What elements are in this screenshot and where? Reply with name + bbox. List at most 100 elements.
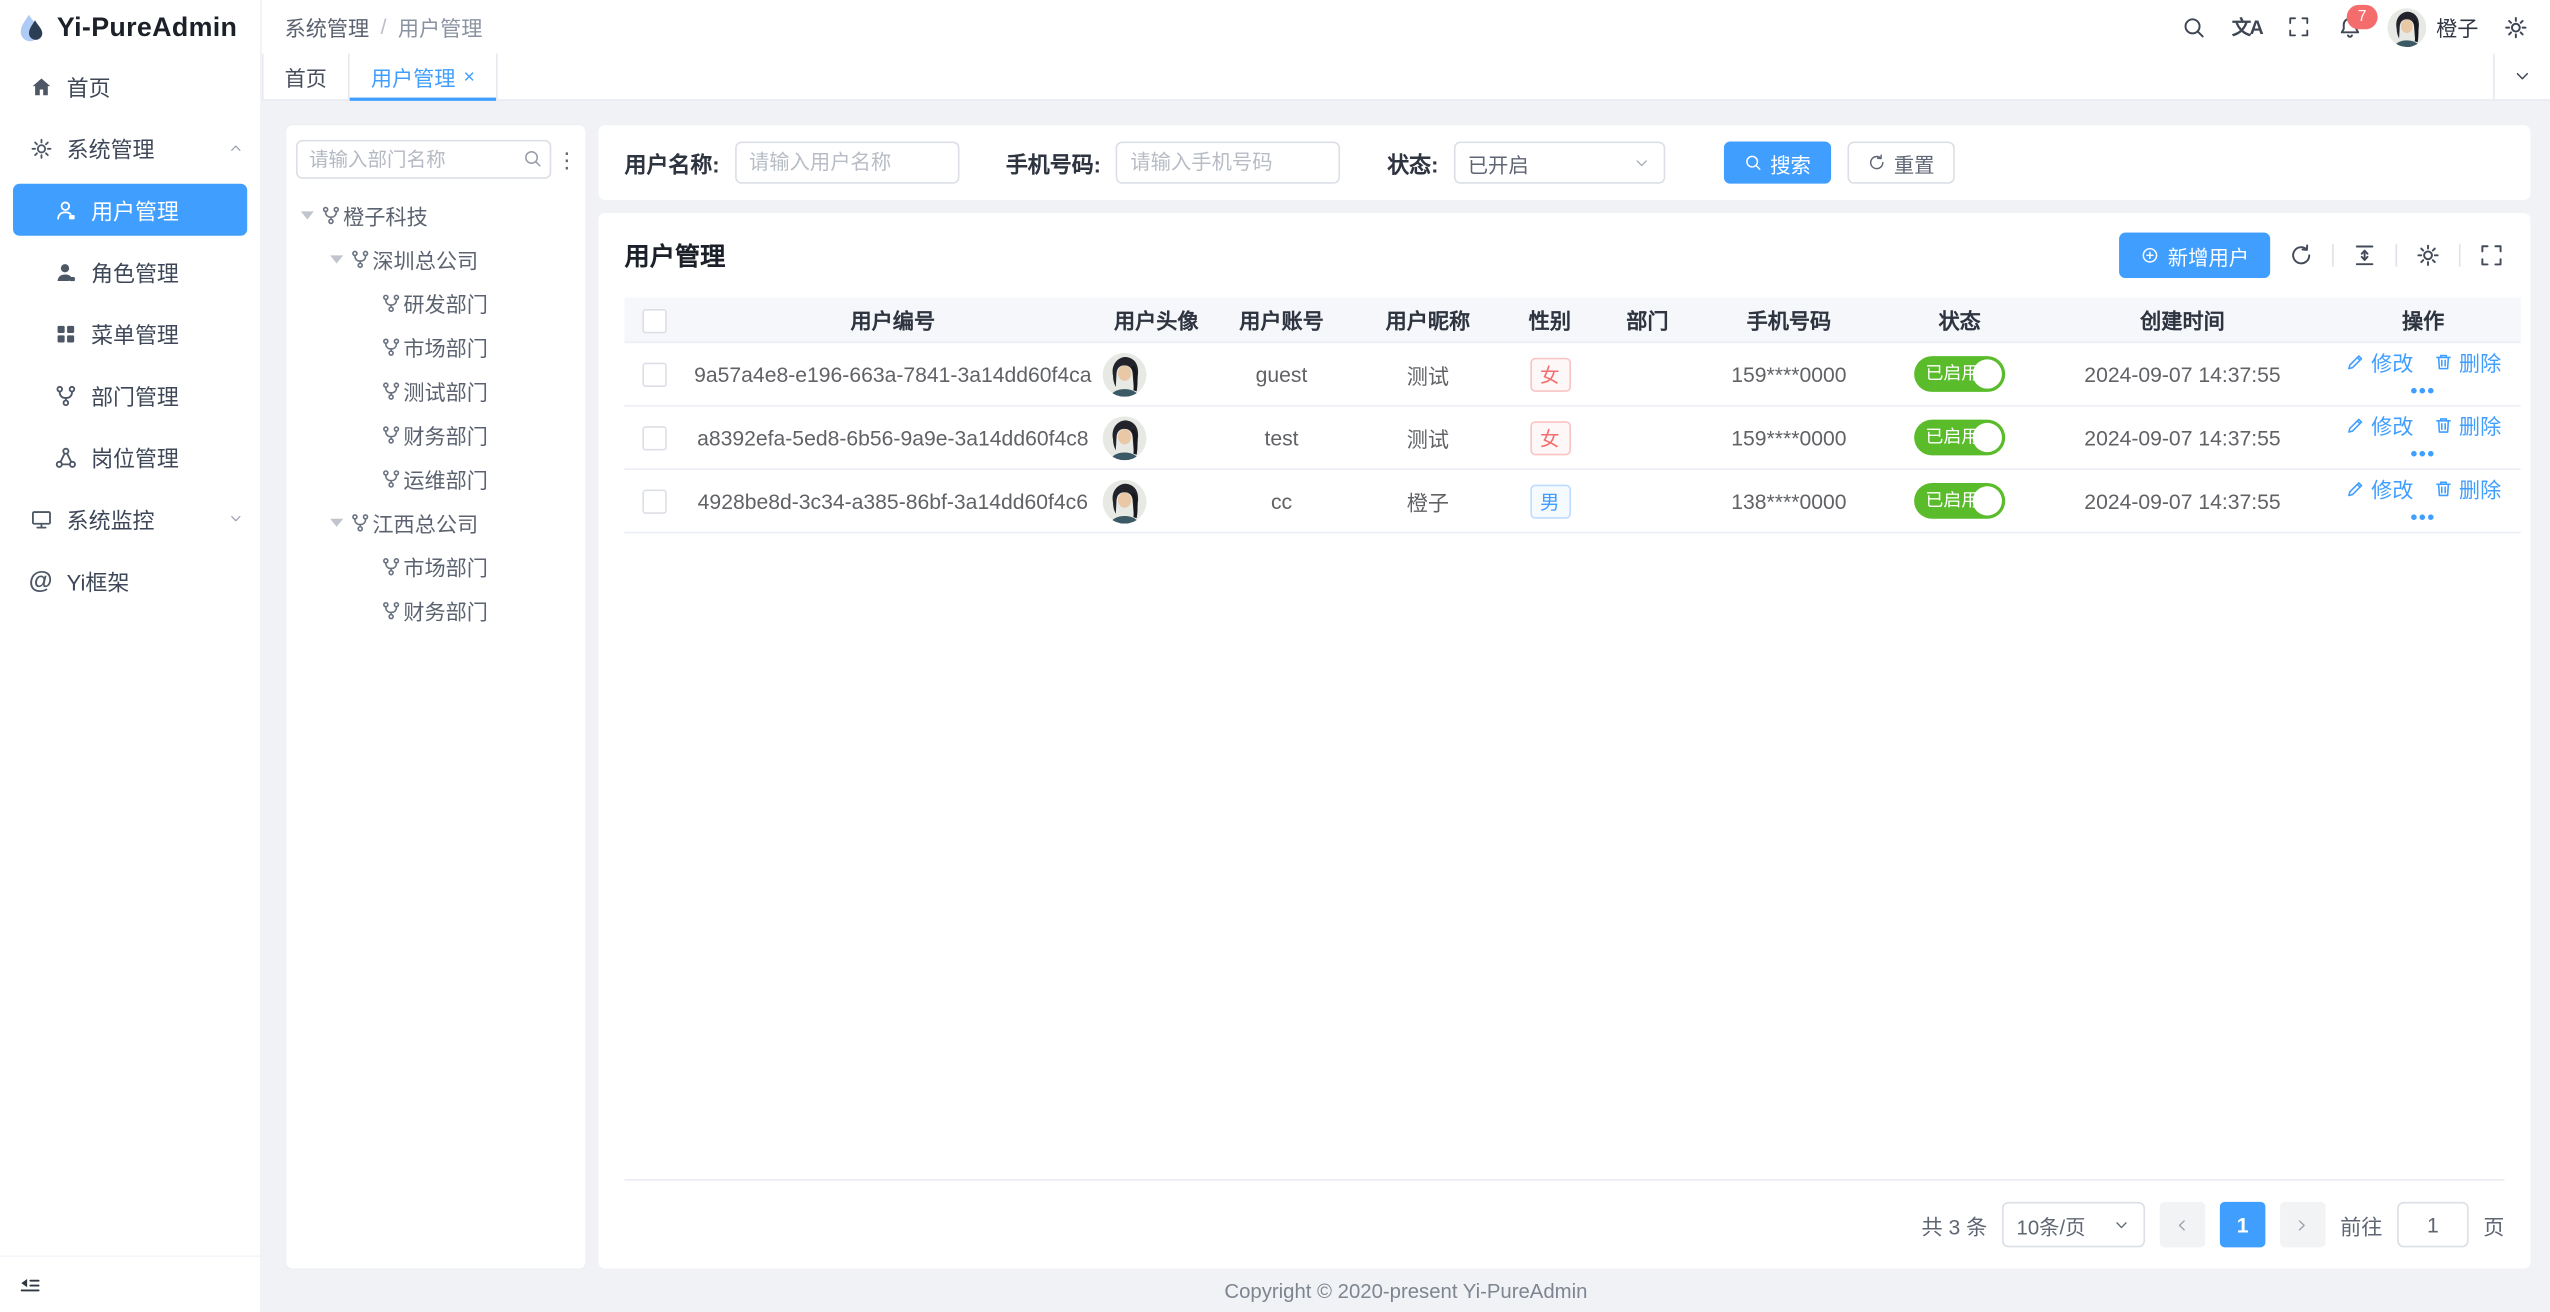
pagination: 共 3 条 10条/页 1 前往 页 xyxy=(624,1179,2504,1268)
tree-node[interactable]: 财务部门 xyxy=(296,413,576,457)
chevron-down-icon xyxy=(228,511,244,527)
user-menu[interactable]: 橙子 xyxy=(2387,7,2478,46)
tree-node[interactable]: 运维部门 xyxy=(296,457,576,501)
home-icon xyxy=(28,73,54,99)
chevron-down-icon xyxy=(2112,1216,2130,1234)
card-title: 用户管理 xyxy=(624,237,725,273)
tree-node[interactable]: 市场部门 xyxy=(296,545,576,589)
toggle-knob xyxy=(1973,423,2002,452)
tab-options-chevron[interactable] xyxy=(2493,54,2550,100)
tree-node-label: 研发部门 xyxy=(403,288,488,319)
more-actions-button[interactable]: ••• xyxy=(2410,379,2435,402)
goto-label: 前往 xyxy=(2340,1209,2382,1240)
table-fullscreen-icon[interactable] xyxy=(2478,242,2504,268)
branch-icon xyxy=(320,205,341,226)
edit-button[interactable]: 修改 xyxy=(2345,346,2413,377)
edit-button[interactable]: 修改 xyxy=(2345,473,2413,504)
caret-down-icon[interactable] xyxy=(330,519,343,527)
page-number-button[interactable]: 1 xyxy=(2220,1202,2266,1248)
cell-created: 2024-09-07 14:37:55 xyxy=(2039,342,2325,405)
tab-label: 用户管理 xyxy=(371,61,456,92)
workspace: ⋮ 橙子科技 深圳总公司 研发部门 xyxy=(262,101,2550,1312)
refresh-table-icon[interactable] xyxy=(2288,242,2314,268)
add-user-button[interactable]: 新增用户 xyxy=(2119,233,2270,279)
delete-button[interactable]: 删除 xyxy=(2433,473,2501,504)
tab-user-management[interactable]: 用户管理 × xyxy=(350,54,498,100)
sidebar-item-user-management[interactable]: 用户管理 xyxy=(13,184,247,236)
row-density-icon[interactable] xyxy=(2352,242,2378,268)
close-icon[interactable]: × xyxy=(464,67,475,87)
tree-node[interactable]: 测试部门 xyxy=(296,369,576,413)
status-filter-label: 状态: xyxy=(1387,146,1438,179)
status-toggle[interactable]: 已启用 xyxy=(1914,420,2005,456)
gender-tag: 女 xyxy=(1530,357,1571,391)
tree-more-icon[interactable]: ⋮ xyxy=(556,149,576,170)
tab-label: 首页 xyxy=(285,61,327,92)
dept-search-input[interactable] xyxy=(296,140,551,179)
goto-page-input[interactable] xyxy=(2397,1202,2469,1248)
tree-node[interactable]: 橙子科技 xyxy=(296,194,576,238)
more-actions-button[interactable]: ••• xyxy=(2410,442,2435,465)
breadcrumb-item-system[interactable]: 系统管理 xyxy=(285,11,370,42)
status-toggle[interactable]: 已启用 xyxy=(1914,356,2005,392)
name-filter-label: 用户名称: xyxy=(624,146,719,179)
sidebar-item-system-monitor[interactable]: 系统监控 xyxy=(0,488,260,550)
caret-down-icon[interactable] xyxy=(330,255,343,263)
fullscreen-icon[interactable] xyxy=(2287,14,2313,40)
status-toggle-label: 已启用 xyxy=(1914,429,1979,447)
tab-home[interactable]: 首页 xyxy=(262,54,350,100)
column-settings-icon[interactable] xyxy=(2415,242,2441,268)
row-checkbox[interactable] xyxy=(642,363,666,387)
more-actions-button[interactable]: ••• xyxy=(2410,506,2435,529)
search-button[interactable]: 搜索 xyxy=(1723,141,1830,183)
col-avatar: 用户头像 xyxy=(1103,298,1210,343)
page-size-select[interactable]: 10条/页 xyxy=(2002,1202,2145,1248)
reset-button[interactable]: 重置 xyxy=(1847,141,1954,183)
delete-button[interactable]: 删除 xyxy=(2433,346,2501,377)
app-logo[interactable]: Yi-PureAdmin xyxy=(0,0,260,55)
status-select[interactable]: 已开启 xyxy=(1453,141,1664,183)
name-filter-input[interactable] xyxy=(734,141,958,183)
status-toggle[interactable]: 已启用 xyxy=(1914,483,2005,519)
branch-icon xyxy=(52,382,78,408)
tree-node[interactable]: 江西总公司 xyxy=(296,501,576,545)
sidebar-item-menu-management[interactable]: 菜单管理 xyxy=(0,302,260,364)
chevron-down-icon xyxy=(1632,154,1650,172)
sidebar-item-home[interactable]: 首页 xyxy=(0,55,260,117)
row-checkbox[interactable] xyxy=(642,490,666,514)
caret-down-icon[interactable] xyxy=(301,211,314,219)
select-all-checkbox[interactable] xyxy=(642,308,666,332)
prev-page-button[interactable] xyxy=(2160,1202,2206,1248)
user-icon xyxy=(52,197,78,223)
cell-nickname: 测试 xyxy=(1353,406,1503,469)
settings-gear-icon[interactable] xyxy=(2503,14,2529,40)
tree-node[interactable]: 研发部门 xyxy=(296,281,576,325)
sidebar-item-label: 首页 xyxy=(67,70,111,103)
collapse-sidebar-icon[interactable] xyxy=(18,1273,42,1297)
phone-filter-input[interactable] xyxy=(1116,141,1340,183)
edit-button[interactable]: 修改 xyxy=(2345,410,2413,441)
sidebar-item-role-management[interactable]: 角色管理 xyxy=(0,241,260,303)
avatar xyxy=(1103,352,1210,396)
search-icon xyxy=(1743,153,1763,173)
avatar xyxy=(2387,7,2426,46)
monitor-icon xyxy=(28,506,54,532)
branch-icon xyxy=(381,293,402,314)
sidebar-item-system-management[interactable]: 系统管理 xyxy=(0,117,260,179)
sidebar-item-yi-framework[interactable]: @ Yi框架 xyxy=(0,550,260,612)
tree-node-label: 运维部门 xyxy=(403,463,488,494)
row-checkbox[interactable] xyxy=(642,426,666,450)
translate-icon[interactable]: 文A xyxy=(2232,13,2262,41)
tree-node[interactable]: 财务部门 xyxy=(296,589,576,633)
status-select-value: 已开启 xyxy=(1468,147,1632,178)
sidebar-item-post-management[interactable]: 岗位管理 xyxy=(0,426,260,488)
next-page-button[interactable] xyxy=(2280,1202,2326,1248)
sidebar-item-dept-management[interactable]: 部门管理 xyxy=(0,364,260,426)
notification-bell[interactable]: 7 xyxy=(2337,14,2363,40)
tree-node[interactable]: 深圳总公司 xyxy=(296,237,576,281)
main-area: 系统管理 / 用户管理 文A 7 橙子 首页 xyxy=(262,0,2550,1312)
tree-node[interactable]: 市场部门 xyxy=(296,325,576,369)
dept-tree-panel: ⋮ 橙子科技 深圳总公司 研发部门 xyxy=(286,125,585,1268)
delete-button[interactable]: 删除 xyxy=(2433,410,2501,441)
search-icon[interactable] xyxy=(2181,14,2207,40)
